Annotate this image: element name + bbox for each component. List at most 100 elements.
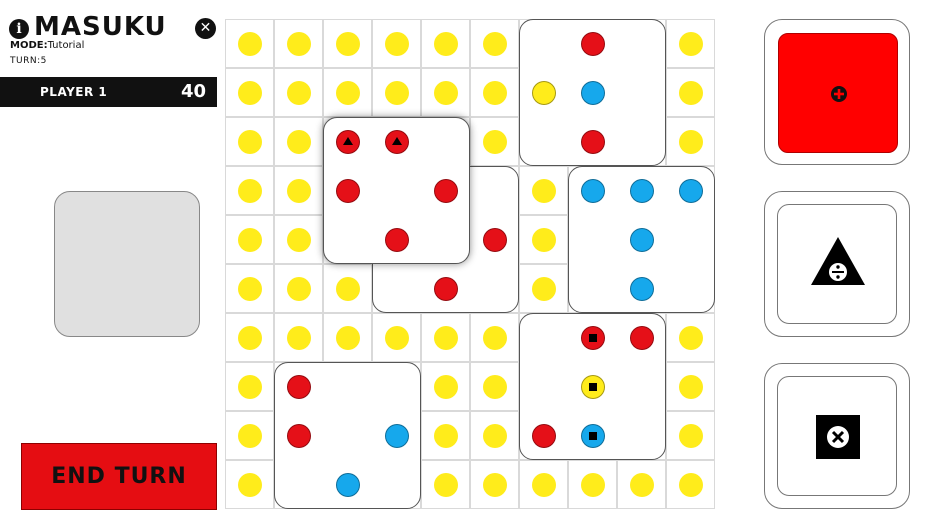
board-cell[interactable] [372, 19, 421, 68]
die-a[interactable] [519, 19, 666, 166]
red-dot [581, 32, 605, 56]
board-cell[interactable] [323, 19, 372, 68]
yellow-dot [532, 277, 556, 301]
die-e[interactable] [519, 313, 666, 460]
board-cell[interactable] [470, 460, 519, 509]
yellow-dot [238, 277, 262, 301]
board-cell[interactable] [274, 117, 323, 166]
board-cell[interactable] [617, 460, 666, 509]
board-cell[interactable] [225, 313, 274, 362]
board-cell[interactable] [274, 215, 323, 264]
board-cell[interactable] [372, 68, 421, 117]
info-icon[interactable]: i [9, 19, 29, 39]
yellow-dot [532, 228, 556, 252]
board-cell[interactable] [568, 460, 617, 509]
board-cell[interactable] [274, 313, 323, 362]
board-cell[interactable] [225, 117, 274, 166]
yellow-dot [483, 81, 507, 105]
yellow-dot [238, 424, 262, 448]
board-cell[interactable] [470, 19, 519, 68]
yellow-dot [434, 32, 458, 56]
board-cell[interactable] [225, 166, 274, 215]
close-icon[interactable]: ✕ [195, 18, 216, 39]
die-c[interactable] [323, 117, 470, 264]
blue-dot [630, 179, 654, 203]
board-cell[interactable] [225, 411, 274, 460]
board-cell[interactable] [666, 19, 715, 68]
board-cell[interactable] [470, 117, 519, 166]
yellow-dot [483, 375, 507, 399]
divide-operation-face [777, 204, 897, 324]
yellow-dot [385, 32, 409, 56]
board-cell[interactable] [323, 68, 372, 117]
red-dot [287, 375, 311, 399]
yellow-dot [483, 326, 507, 350]
board-cell[interactable] [666, 68, 715, 117]
divide-operation-button[interactable] [764, 191, 910, 337]
die-f[interactable] [274, 362, 421, 509]
square-marker-icon [589, 334, 597, 342]
yellow-dot [532, 81, 556, 105]
yellow-dot [238, 81, 262, 105]
yellow-dot [434, 375, 458, 399]
red-dot [434, 179, 458, 203]
board-cell[interactable] [421, 68, 470, 117]
board-cell[interactable] [225, 460, 274, 509]
board-cell[interactable] [274, 68, 323, 117]
board-cell[interactable] [470, 362, 519, 411]
board-cell[interactable] [323, 264, 372, 313]
board-cell[interactable] [225, 19, 274, 68]
board-cell[interactable] [421, 411, 470, 460]
board-cell[interactable] [225, 215, 274, 264]
board-cell[interactable] [519, 460, 568, 509]
red-dot [581, 130, 605, 154]
board-cell[interactable] [274, 166, 323, 215]
board-cell[interactable] [666, 460, 715, 509]
board-cell[interactable] [421, 313, 470, 362]
board-cell[interactable] [274, 264, 323, 313]
board-cell[interactable] [470, 68, 519, 117]
board-cell[interactable] [519, 166, 568, 215]
red-dot [581, 326, 605, 350]
yellow-dot [238, 473, 262, 497]
board-cell[interactable] [666, 411, 715, 460]
board-cell[interactable] [519, 264, 568, 313]
yellow-dot [336, 81, 360, 105]
board-cell[interactable] [421, 19, 470, 68]
yellow-dot [287, 130, 311, 154]
add-operation-button[interactable] [764, 19, 910, 165]
end-turn-button[interactable]: END TURN [21, 443, 217, 510]
board-cell[interactable] [666, 362, 715, 411]
board-cell[interactable] [274, 19, 323, 68]
yellow-dot [434, 473, 458, 497]
die-d[interactable] [568, 166, 715, 313]
red-dot [630, 326, 654, 350]
yellow-dot [385, 81, 409, 105]
yellow-dot [679, 130, 703, 154]
board-cell[interactable] [225, 362, 274, 411]
held-die-slot[interactable] [54, 191, 200, 337]
board-cell[interactable] [470, 411, 519, 460]
board-cell[interactable] [519, 215, 568, 264]
player-score: 40 [180, 81, 206, 102]
yellow-dot [483, 424, 507, 448]
board-cell[interactable] [421, 460, 470, 509]
yellow-dot [679, 424, 703, 448]
blue-dot [581, 179, 605, 203]
board-cell[interactable] [421, 362, 470, 411]
player-bar: PLAYER 1 40 [0, 77, 217, 107]
multiply-operation-button[interactable] [764, 363, 910, 509]
yellow-dot [483, 130, 507, 154]
yellow-dot [679, 81, 703, 105]
board-cell[interactable] [666, 117, 715, 166]
board-cell[interactable] [225, 264, 274, 313]
yellow-dot [238, 179, 262, 203]
square-marker-icon [589, 432, 597, 440]
board-cell[interactable] [470, 313, 519, 362]
board-cell[interactable] [372, 313, 421, 362]
board-cell[interactable] [666, 313, 715, 362]
board-cell[interactable] [323, 313, 372, 362]
plus-circle-icon [831, 86, 847, 102]
game-title: MASUKU [34, 12, 167, 42]
board-cell[interactable] [225, 68, 274, 117]
